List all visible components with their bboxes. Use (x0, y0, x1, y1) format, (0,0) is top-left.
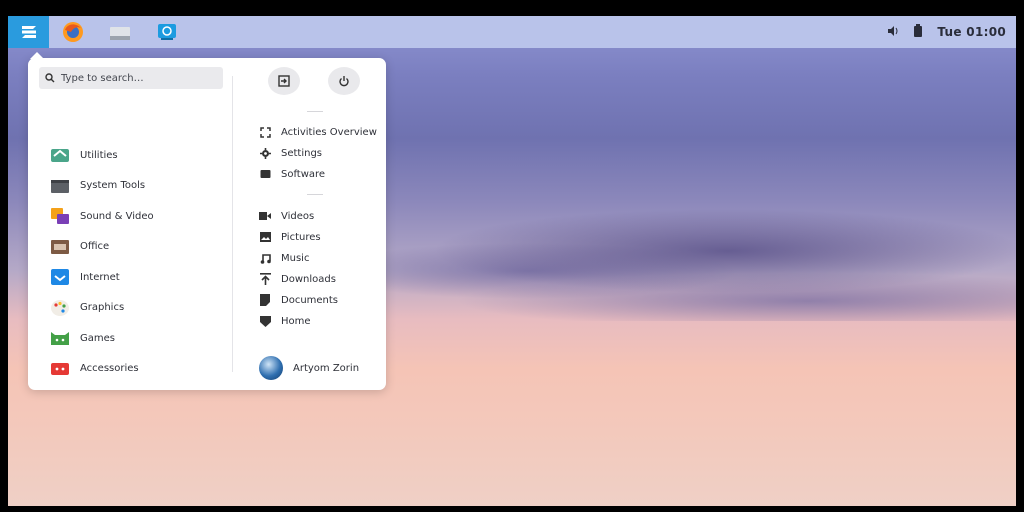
accessories-icon (51, 362, 69, 375)
office-icon (51, 239, 69, 254)
fullscreen-icon (259, 126, 271, 138)
category-label: Games (80, 332, 115, 344)
download-icon (259, 273, 271, 285)
avatar-icon (259, 356, 283, 380)
search-icon (45, 73, 55, 83)
music-icon (259, 252, 271, 264)
top-panel: Tue 01:00 (8, 16, 1016, 48)
section-divider (307, 194, 323, 195)
category-label: Accessories (80, 363, 139, 375)
files-icon[interactable] (108, 20, 132, 44)
activities-overview-link[interactable]: Activities Overview (259, 123, 377, 141)
category-graphics[interactable]: Graphics (50, 293, 220, 324)
place-pictures[interactable]: Pictures (259, 228, 321, 246)
firefox-icon[interactable] (61, 20, 85, 44)
place-label: Documents (281, 294, 339, 306)
place-label: Music (281, 252, 310, 264)
category-label: Graphics (80, 302, 125, 314)
utilities-icon (51, 149, 69, 163)
category-label: Utilities (80, 149, 118, 161)
gear-icon (259, 147, 271, 159)
place-label: Downloads (281, 273, 336, 285)
power-button[interactable] (328, 67, 360, 95)
volume-icon[interactable] (887, 25, 899, 40)
settings-link[interactable]: Settings (259, 144, 322, 162)
home-icon (259, 315, 271, 327)
graphics-icon (51, 299, 69, 316)
category-label: Internet (80, 271, 120, 283)
place-home[interactable]: Home (259, 312, 311, 330)
power-icon (339, 76, 349, 87)
place-videos[interactable]: Videos (259, 207, 314, 225)
system-tools-icon (51, 179, 69, 193)
search-placeholder: Type to search… (61, 72, 144, 84)
zorin-menu-button[interactable] (8, 16, 49, 48)
place-music[interactable]: Music (259, 249, 309, 267)
software-link[interactable]: Software (259, 165, 325, 183)
category-label: System Tools (80, 180, 146, 192)
place-label: Pictures (281, 231, 321, 243)
battery-icon[interactable] (913, 23, 923, 41)
category-office[interactable]: Office (50, 232, 220, 263)
zorin-logo-icon (21, 26, 36, 38)
desktop: Tue 01:00 Type to search… Utilities Syst… (8, 16, 1016, 506)
category-utilities[interactable]: Utilities (50, 140, 220, 171)
category-label: Sound & Video (80, 210, 154, 222)
link-label: Settings (281, 147, 323, 159)
software-icon (259, 168, 271, 180)
logout-button[interactable] (268, 67, 300, 95)
panel-clock[interactable]: Tue 01:00 (937, 25, 1006, 39)
search-input[interactable]: Type to search… (39, 67, 223, 89)
user-name: Artyom Zorin (293, 362, 360, 374)
category-list: Utilities System Tools Sound & Video Off… (50, 140, 220, 384)
document-icon (259, 294, 271, 306)
section-divider (307, 111, 323, 112)
category-label: Office (80, 241, 110, 253)
category-internet[interactable]: Internet (50, 262, 220, 293)
sound-video-icon (51, 208, 69, 225)
place-label: Videos (281, 210, 315, 222)
link-label: Software (281, 168, 326, 180)
software-store-icon[interactable] (155, 20, 179, 44)
internet-icon (51, 269, 69, 286)
category-accessories[interactable]: Accessories (50, 354, 220, 385)
video-icon (259, 210, 271, 222)
category-games[interactable]: Games (50, 323, 220, 354)
menu-divider (232, 76, 233, 372)
category-sound-video[interactable]: Sound & Video (50, 201, 220, 232)
place-label: Home (281, 315, 311, 327)
user-account[interactable]: Artyom Zorin (259, 356, 359, 380)
place-documents[interactable]: Documents (259, 291, 338, 309)
category-system-tools[interactable]: System Tools (50, 171, 220, 202)
app-menu: Type to search… Utilities System Tools S… (28, 52, 386, 390)
place-downloads[interactable]: Downloads (259, 270, 336, 288)
picture-icon (259, 231, 271, 243)
logout-icon (278, 75, 290, 87)
games-icon (51, 332, 69, 346)
link-label: Activities Overview (281, 126, 377, 138)
